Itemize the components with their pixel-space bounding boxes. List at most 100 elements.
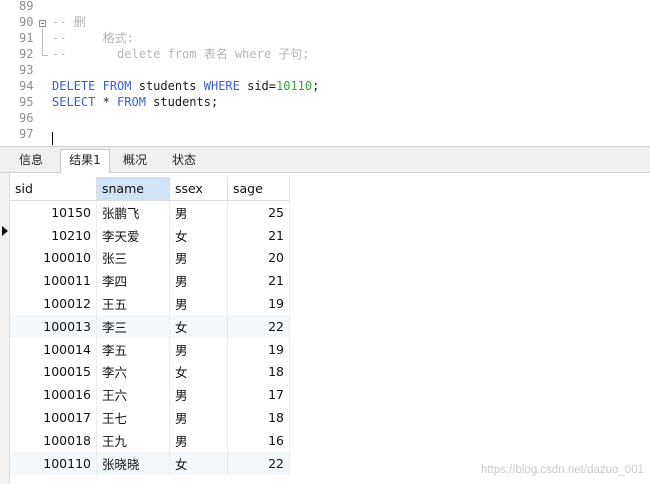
table-cell[interactable]: 21 (227, 223, 290, 247)
table-cell[interactable]: 张晓晓 (96, 451, 170, 475)
tab-2[interactable]: 概况 (112, 150, 158, 171)
table-cell[interactable]: 100011 (10, 269, 97, 293)
code-token: -- 删 (52, 15, 86, 29)
code-token: -- delete from 表名 where 子句; (52, 47, 310, 61)
table-cell[interactable]: 男 (169, 246, 228, 270)
table-cell[interactable]: 100017 (10, 406, 97, 429)
tab-0[interactable]: 信息 (8, 150, 54, 171)
code-token: WHERE (203, 79, 240, 93)
column-header-1[interactable]: sname (96, 177, 170, 201)
table-row[interactable]: 100016 王六男 17 (10, 383, 290, 407)
column-header-3[interactable]: sage (227, 177, 290, 201)
text-caret (52, 132, 53, 145)
code-text: SELECT * FROM students; (52, 94, 218, 110)
table-cell[interactable]: 李五 (96, 337, 170, 361)
table-cell[interactable]: 100014 (10, 337, 97, 361)
tab-3[interactable]: 状态 (162, 150, 206, 171)
column-header-0[interactable]: sid (10, 177, 97, 201)
table-row[interactable]: 100017 王七男 18 (10, 406, 290, 429)
table-cell[interactable]: 100015 (10, 360, 97, 384)
table-cell[interactable]: 王九 (96, 428, 170, 452)
table-cell[interactable]: 100010 (10, 246, 97, 270)
table-cell[interactable]: 女 (169, 223, 228, 247)
table-cell[interactable]: 女 (169, 451, 228, 475)
code-token: * (95, 95, 118, 109)
table-cell[interactable]: 王七 (96, 406, 170, 429)
table-cell[interactable]: 女 (169, 360, 228, 384)
table-cell[interactable]: 20 (227, 246, 290, 270)
table-cell[interactable]: 李三 (96, 314, 170, 338)
code-token: students; (145, 95, 219, 109)
table-cell[interactable]: 男 (169, 428, 228, 452)
table-cell[interactable]: 男 (169, 200, 228, 224)
table-cell[interactable]: 100016 (10, 383, 97, 407)
table-row[interactable]: 100013 李三女 22 (10, 314, 290, 338)
table-row[interactable]: 100011 李四男 21 (10, 269, 290, 293)
table-cell[interactable]: 16 (227, 428, 290, 452)
table-cell[interactable]: 男 (169, 292, 228, 315)
table-row[interactable]: 100014 李五男 19 (10, 337, 290, 361)
table-cell[interactable]: 男 (169, 383, 228, 407)
table-cell[interactable]: 100013 (10, 314, 97, 338)
table-cell[interactable]: 100012 (10, 292, 97, 315)
table-row[interactable]: 10150 张鹏飞男 25 (10, 200, 290, 224)
table-cell[interactable]: 19 (227, 337, 290, 361)
watermark: https://blog.csdn.net/dazuo_001 (480, 464, 644, 476)
table-cell[interactable]: 张鹏飞 (96, 200, 170, 224)
table-cell[interactable]: 男 (169, 406, 228, 429)
table-cell[interactable]: 10150 (10, 200, 97, 224)
table-cell[interactable]: 17 (227, 383, 290, 407)
line-number: 91 (19, 31, 34, 45)
line-number: 95 (19, 95, 34, 109)
result-table: sid sname ssex sage 10150 张鹏飞男 25 10210 李天爱女 21 1… (10, 177, 290, 475)
result-tab-bar: 信息 结果1 概况 状态 (0, 146, 650, 173)
table-cell[interactable]: 18 (227, 360, 290, 384)
code-text: -- 格式: (52, 30, 134, 46)
table-cell[interactable]: 王六 (96, 383, 170, 407)
line-number: 94 (19, 79, 34, 93)
current-row-arrow-icon (2, 226, 8, 236)
table-cell[interactable]: 李四 (96, 269, 170, 293)
table-cell[interactable]: 男 (169, 269, 228, 293)
table-cell[interactable]: 女 (169, 314, 228, 338)
table-row[interactable]: 100015 李六女 18 (10, 360, 290, 384)
table-cell[interactable]: 100110 (10, 451, 97, 475)
table-cell[interactable]: 李六 (96, 360, 170, 384)
table-cell[interactable]: 25 (227, 200, 290, 224)
code-token: FROM (117, 95, 146, 109)
code-text: -- delete from 表名 where 子句; (52, 46, 310, 62)
tab-1[interactable]: 结果1 (60, 149, 110, 173)
code-token: 10110 (276, 79, 313, 93)
sql-editor[interactable]: 89 90 -- 删 91 -- 格式: 92 -- delete from 表名 wher… (0, 0, 650, 146)
table-row[interactable]: 100012 王五男 19 (10, 292, 290, 315)
table-row[interactable]: 100110 张晓晓女 22 (10, 451, 290, 475)
table-cell[interactable]: 李天爱 (96, 223, 170, 247)
table-cell[interactable]: 100018 (10, 428, 97, 452)
table-cell[interactable]: 21 (227, 269, 290, 293)
code-token: sid= (239, 79, 276, 93)
row-indicator-column (0, 173, 10, 484)
table-cell[interactable]: 18 (227, 406, 290, 429)
code-token: SELECT (52, 95, 96, 109)
table-cell[interactable]: 10210 (10, 223, 97, 247)
line-number: 93 (19, 63, 34, 77)
code-text: DELETE FROM students WHERE sid=10110; (52, 78, 319, 94)
code-token: DELETE (52, 79, 96, 93)
line-number: 96 (19, 111, 34, 125)
table-row[interactable]: 100018 王九男 16 (10, 428, 290, 452)
table-row[interactable]: 10210 李天爱女 21 (10, 223, 290, 247)
code-token: ; (312, 79, 320, 93)
column-header-2[interactable]: ssex (169, 177, 228, 201)
table-cell[interactable]: 22 (227, 314, 290, 338)
table-cell[interactable]: 张三 (96, 246, 170, 270)
line-number: 92 (19, 47, 34, 61)
line-number: 89 (19, 0, 34, 13)
table-cell[interactable]: 男 (169, 337, 228, 361)
table-cell[interactable]: 19 (227, 292, 290, 315)
line-number: 97 (19, 127, 34, 141)
table-row[interactable]: 100010 张三男 20 (10, 246, 290, 270)
result-grid[interactable]: sid sname ssex sage 10150 张鹏飞男 25 10210 李天爱女 21 1… (0, 173, 650, 484)
table-cell[interactable]: 22 (227, 451, 290, 475)
table-cell[interactable]: 王五 (96, 292, 170, 315)
